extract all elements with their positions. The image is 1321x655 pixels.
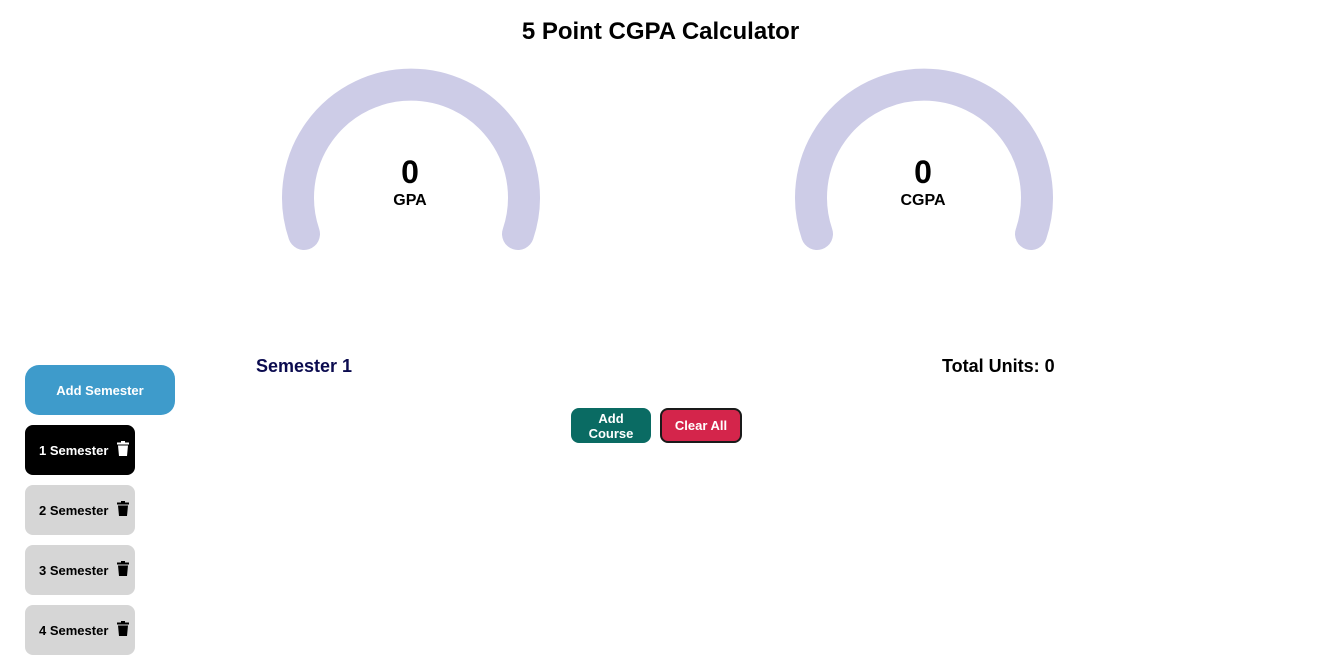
semester-label: 3 Semester (39, 563, 109, 578)
sidebar-item-semester-2[interactable]: 2 Semester (25, 485, 135, 535)
clear-all-button[interactable]: Clear All (660, 408, 742, 443)
sidebar-item-semester-1[interactable]: 1 Semester (25, 425, 135, 475)
semester-label: 1 Semester (39, 443, 109, 458)
gpa-gauge: 0 GPA (265, 60, 555, 260)
cgpa-gauge: 0 CGPA (778, 60, 1068, 260)
total-units: Total Units: 0 (942, 356, 1055, 376)
page-title: 5 Point CGPA Calculator (521, 18, 800, 45)
add-semester-button[interactable]: Add Semester (25, 365, 175, 415)
gpa-value: 0 (401, 154, 419, 190)
trash-icon[interactable] (117, 441, 129, 456)
semester-label: 2 Semester (39, 503, 109, 518)
semester-label: 4 Semester (39, 623, 109, 638)
cgpa-label: CGPA (900, 192, 946, 209)
sidebar-item-semester-3[interactable]: 3 Semester (25, 545, 135, 595)
trash-icon[interactable] (117, 501, 129, 516)
semester-title: Semester 1 (256, 356, 353, 376)
sidebar-item-semester-4[interactable]: 4 Semester (25, 605, 135, 655)
cgpa-value: 0 (914, 154, 932, 190)
trash-icon[interactable] (117, 561, 129, 576)
add-course-button[interactable]: Add Course (571, 408, 651, 443)
gpa-label: GPA (393, 192, 427, 209)
